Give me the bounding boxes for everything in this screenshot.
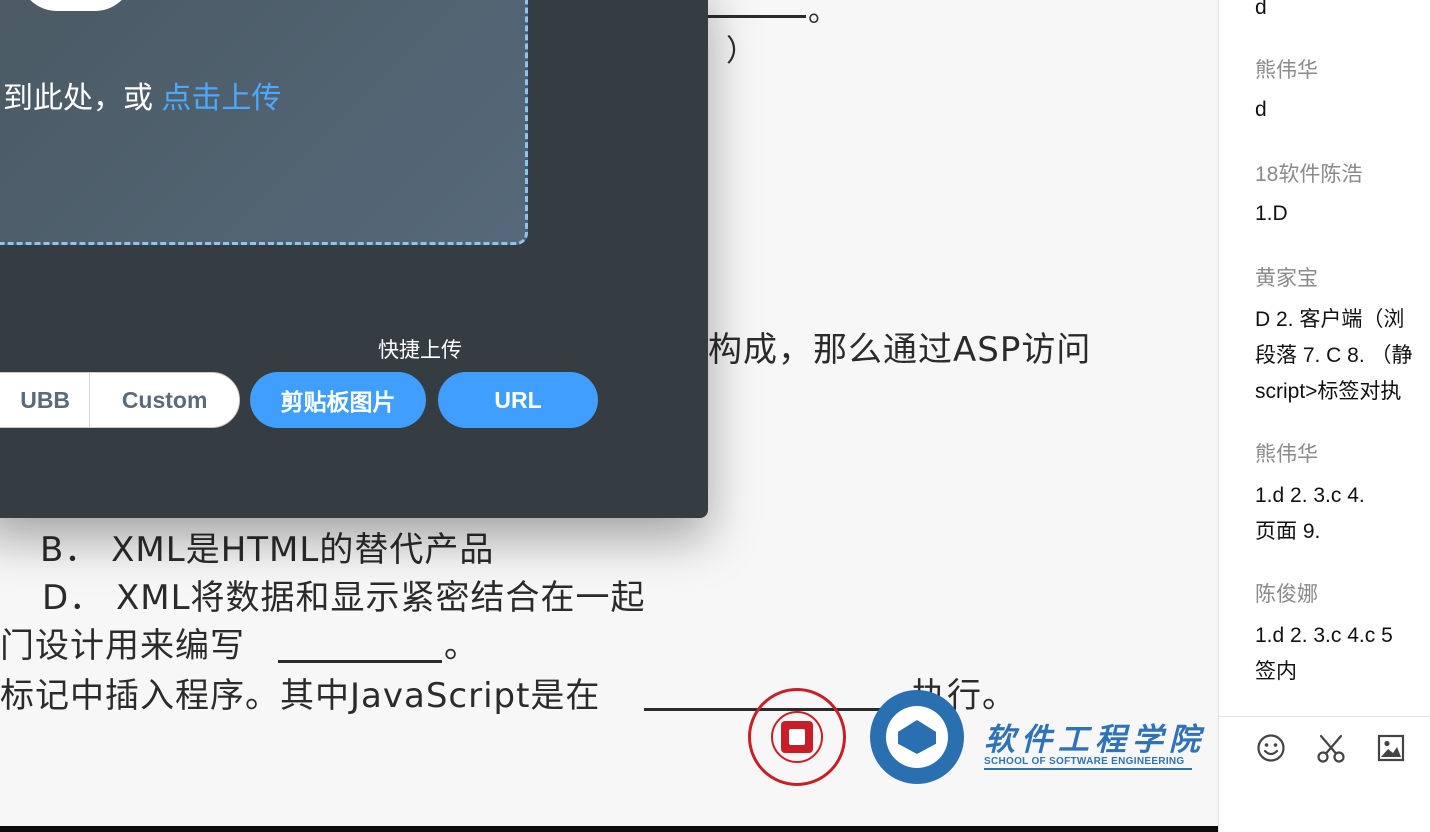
message-line: 签内 xyxy=(1255,660,1297,683)
message-author: 黄家宝 xyxy=(1255,267,1318,290)
message-line: 1.d 2. 3.c 4. xyxy=(1255,484,1365,507)
message-body: 1.d 2. 3.c 4.c 5 签内 xyxy=(1255,618,1393,690)
school-badge-logo xyxy=(870,690,964,784)
message-body: d xyxy=(1255,92,1267,128)
slide-text: 标记中插入程序。其中JavaScript是在 xyxy=(0,676,601,716)
slide-text: 。 xyxy=(808,0,839,29)
video-bottom-bar xyxy=(0,826,1218,832)
message-line: D 2. 客户端（浏 xyxy=(1255,308,1405,331)
drop-instruction-text: 到此处，或 xyxy=(3,82,153,115)
divider xyxy=(1219,716,1430,717)
chat-panel: d 熊伟华 d 18软件陈浩 1.D 黄家宝 D 2. 客户端（浏 段落 7. … xyxy=(1218,0,1430,832)
slide-text: ） xyxy=(726,34,757,69)
slide-text: 。 xyxy=(444,626,479,666)
university-seal-logo xyxy=(748,688,846,786)
message-body: 1.d 2. 3.c 4. 页面 9. xyxy=(1255,478,1365,550)
message-author: 18软件陈浩 xyxy=(1255,163,1363,186)
department-logo-text: 软件工程学院 xyxy=(984,722,1206,758)
cloud-upload-icon xyxy=(19,0,133,11)
message-line: script>标签对执 xyxy=(1255,380,1402,403)
message-line: 段落 7. C 8. （静 xyxy=(1255,344,1413,367)
image-icon[interactable] xyxy=(1375,732,1407,764)
message-line: 1.D xyxy=(1255,202,1288,225)
format-custom-button[interactable]: Custom xyxy=(90,373,239,427)
slide-text: 门设计用来编写 xyxy=(0,626,245,666)
divider xyxy=(984,768,1192,770)
emoji-icon[interactable] xyxy=(1255,732,1287,764)
message-body: d xyxy=(1255,0,1267,26)
message-author: 熊伟华 xyxy=(1255,443,1318,466)
blank-line xyxy=(278,660,442,663)
message-author: 陈俊娜 xyxy=(1255,583,1318,606)
message-line: 页面 9. xyxy=(1255,520,1321,543)
slide-text: D． XML将数据和显示紧密结合在一起 xyxy=(42,578,646,618)
department-logo-text-en: SCHOOL OF SOFTWARE ENGINEERING xyxy=(984,756,1185,767)
slide-text: 构成，那么通过ASP访问 xyxy=(708,330,1092,370)
slide-text: B． XML是HTML的替代产品 xyxy=(40,530,495,570)
message-author: 熊伟华 xyxy=(1255,59,1318,82)
scissors-icon[interactable] xyxy=(1315,732,1347,764)
message-line: d xyxy=(1255,98,1267,121)
drop-zone[interactable]: 到此处，或 点击上传 xyxy=(0,0,528,245)
drop-instruction: 到此处，或 点击上传 xyxy=(3,73,281,117)
quick-upload-label: 快捷上传 xyxy=(378,339,462,362)
format-ubb-button[interactable]: UBB xyxy=(0,373,91,427)
upload-dialog: 到此处，或 点击上传 快捷上传 UBB Custom 剪贴板图片 URL xyxy=(0,0,708,518)
clipboard-image-button[interactable]: 剪贴板图片 xyxy=(250,372,426,428)
blank-line xyxy=(708,15,806,18)
message-line: d xyxy=(1255,0,1267,19)
url-upload-button[interactable]: URL xyxy=(438,372,598,428)
click-upload-link[interactable]: 点击上传 xyxy=(161,82,281,115)
message-body: 1.D xyxy=(1255,196,1288,232)
message-body: D 2. 客户端（浏 段落 7. C 8. （静 script>标签对执 xyxy=(1255,302,1413,410)
message-line: 1.d 2. 3.c 4.c 5 xyxy=(1255,624,1393,647)
format-selector: UBB Custom xyxy=(0,372,240,428)
